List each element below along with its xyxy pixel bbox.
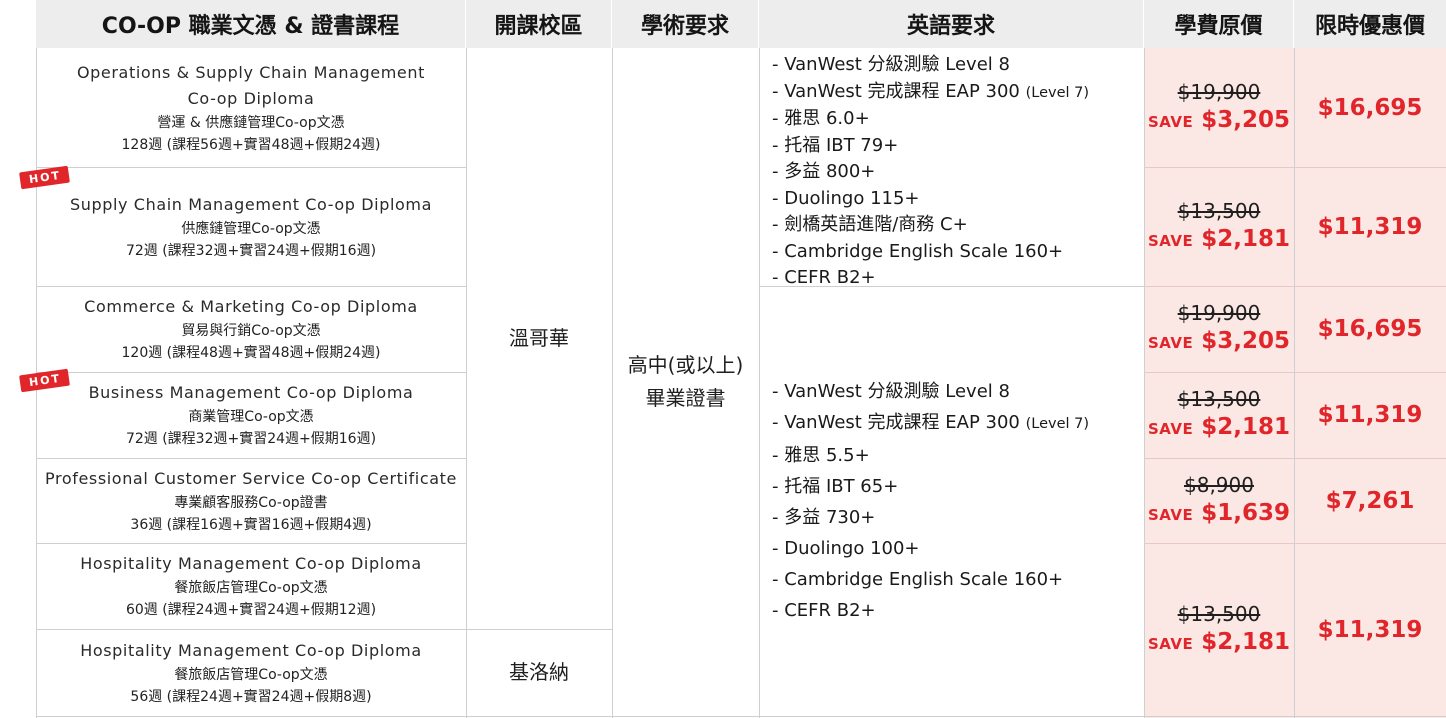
req-item: - 雅思 5.5+ (772, 445, 870, 466)
program-name-en: Hospitality Management Co-op Diploma (80, 554, 422, 573)
req-item: - 托福 IBT 79+ (772, 134, 899, 156)
original-price: $13,500 (1177, 387, 1261, 411)
save-amount: SAVE $2,181 (1147, 225, 1291, 252)
program-duration: 36週 (課程16週+實習16週+假期4週) (130, 516, 372, 533)
req-item: - VanWest 完成課程 EAP 300 (Level 7) (772, 80, 1090, 102)
original-price-cell: $13,500 SAVE $2,181 (1144, 543, 1294, 716)
program-name-en: Supply Chain Management Co-op Diploma (70, 194, 432, 214)
program-name-zh: 供應鏈管理Co-op文憑 (181, 220, 321, 237)
req-item: - VanWest 分級測驗 Level 8 (772, 381, 1010, 402)
original-price: $8,900 (1184, 472, 1254, 497)
program-row: Professional Customer Service Co-op Cert… (36, 458, 466, 543)
original-price: $13,500 (1177, 198, 1261, 223)
req-item: - Cambridge English Scale 160+ (772, 569, 1064, 590)
program-duration: 72週 (課程32週+實習24週+假期16週) (125, 431, 377, 447)
program-name-en: Business Management Co-op Diploma (88, 383, 414, 402)
academic-line2: 畢業證書 (645, 386, 726, 410)
req-item: - Duolingo 115+ (772, 187, 920, 209)
program-name-zh: 餐旅飯店管理Co-op文憑 (174, 666, 328, 683)
original-price-cell: $19,900 SAVE $3,205 (1144, 48, 1294, 167)
save-amount: SAVE $3,205 (1147, 328, 1291, 354)
header-campus: 開課校區 (466, 0, 612, 48)
save-amount: SAVE $2,181 (1147, 628, 1291, 655)
sale-price: $11,319 (1317, 616, 1423, 643)
program-name-en: Commerce & Marketing Co-op Diploma (84, 297, 418, 316)
req-item: - Duolingo 100+ (772, 538, 920, 559)
program-duration: 120週 (課程48週+實習48週+假期24週) (121, 345, 381, 361)
req-item: - Cambridge English Scale 160+ (772, 240, 1064, 262)
original-price-cell: $8,900 SAVE $1,639 (1144, 458, 1294, 543)
save-amount: SAVE $3,205 (1147, 106, 1291, 133)
program-name-en: Professional Customer Service Co-op Cert… (45, 468, 457, 488)
program-duration: 56週 (課程24週+實習24週+假期8週) (130, 688, 372, 705)
header-academic: 學術要求 (612, 0, 759, 48)
header-program: CO-OP 職業文憑 & 證書課程 (36, 0, 466, 48)
program-duration: 128週 (課程56週+實習48週+假期24週) (121, 136, 381, 153)
original-price: $19,900 (1177, 301, 1261, 325)
req-item: - 劍橋英語進階/商務 C+ (772, 214, 968, 235)
original-price: $13,500 (1177, 601, 1261, 626)
original-price-cell: $13,500 SAVE $2,181 (1144, 372, 1294, 458)
save-amount: SAVE $2,181 (1147, 414, 1291, 440)
program-name-en: Hospitality Management Co-op Diploma (80, 640, 422, 660)
header-english: 英語要求 (759, 0, 1144, 48)
program-name-zh: 餐旅飯店管理Co-op文憑 (174, 580, 328, 596)
save-amount: SAVE $1,639 (1147, 499, 1291, 526)
program-name-zh: 商業管理Co-op文憑 (188, 409, 314, 425)
program-row: Hospitality Management Co-op Diploma 餐旅飯… (36, 629, 466, 716)
header-original-price: 學費原價 (1144, 0, 1294, 48)
campus-vancouver: 溫哥華 (509, 326, 569, 350)
program-row: Supply Chain Management Co-op Diploma 供應… (36, 167, 466, 286)
program-row: Hospitality Management Co-op Diploma 餐旅飯… (36, 543, 466, 629)
program-name-zh: 專業顧客服務Co-op證書 (174, 494, 328, 511)
original-price-cell: $13,500 SAVE $2,181 (1144, 167, 1294, 286)
req-item: - VanWest 分級測驗 Level 8 (772, 54, 1010, 75)
program-name-en: Operations & Supply Chain Management (76, 62, 425, 82)
english-requirement-group-b: - VanWest 分級測驗 Level 8 - VanWest 完成課程 EA… (772, 376, 1142, 626)
req-item: - CEFR B2+ (772, 600, 876, 621)
req-item: - VanWest 完成課程 EAP 300 (Level 7) (772, 412, 1090, 433)
program-duration: 60週 (課程24週+實習24週+假期12週) (125, 602, 377, 618)
header-sale-price: 限時優惠價 (1294, 0, 1446, 48)
original-price: $19,900 (1177, 79, 1261, 104)
program-name-zh: 營運 & 供應鏈管理Co-op文憑 (157, 114, 345, 131)
original-price-cell: $19,900 SAVE $3,205 (1144, 286, 1294, 372)
english-requirement-group-a: - VanWest 分級測驗 Level 8 - VanWest 完成課程 EA… (772, 52, 1142, 292)
campus-kelowna: 基洛納 (509, 660, 569, 684)
req-item: - 雅思 6.0+ (772, 108, 870, 129)
program-row: Business Management Co-op Diploma 商業管理Co… (36, 372, 466, 458)
sale-price: $7,261 (1325, 487, 1415, 514)
req-item: - 托福 IBT 65+ (772, 476, 899, 497)
program-name-en-line2: Co-op Diploma (187, 88, 315, 108)
program-duration: 72週 (課程32週+實習24週+假期16週) (125, 242, 377, 259)
program-name-zh: 貿易與行銷Co-op文憑 (181, 323, 321, 339)
sale-price: $11,319 (1317, 213, 1423, 240)
program-row: Commerce & Marketing Co-op Diploma 貿易與行銷… (36, 286, 466, 372)
req-item: - 多益 800+ (772, 161, 876, 182)
academic-line1: 高中(或以上) (627, 353, 744, 377)
sale-price: $11,319 (1317, 402, 1423, 428)
academic-requirement: 高中(或以上) 畢業證書 (612, 48, 759, 716)
req-item: - 多益 730+ (772, 507, 876, 528)
sale-price: $16,695 (1317, 316, 1423, 342)
sale-price: $16,695 (1317, 94, 1423, 121)
program-row: Operations & Supply Chain Management Co-… (36, 48, 466, 167)
req-item: - CEFR B2+ (772, 267, 876, 288)
